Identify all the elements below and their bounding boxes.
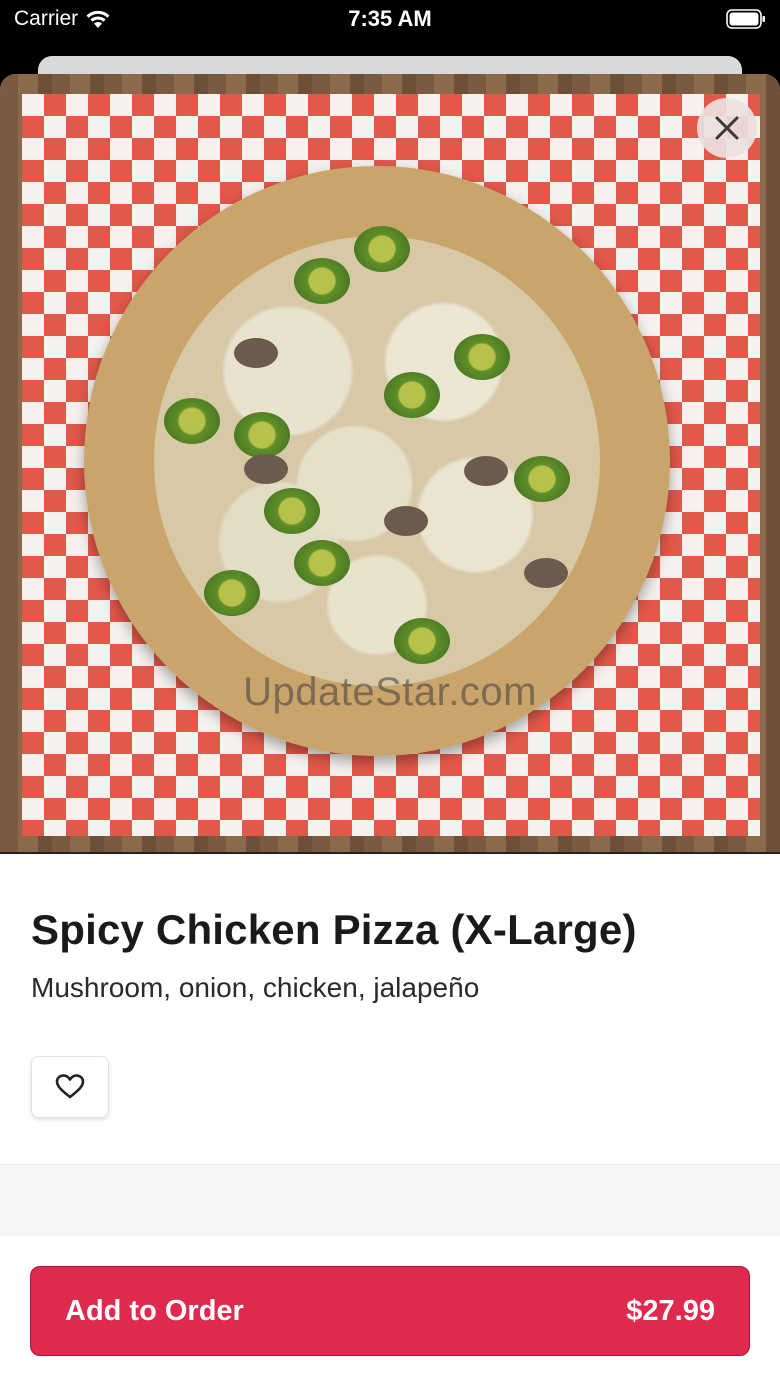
- item-detail-sheet: UpdateStar.com Spicy Chicken Pizza (X-La…: [0, 74, 780, 1387]
- pizza-image: [84, 166, 670, 756]
- jalapeno-slice: [454, 334, 510, 380]
- jalapeno-slice: [294, 540, 350, 586]
- favorite-button[interactable]: [31, 1056, 109, 1118]
- jalapeno-slice: [264, 488, 320, 534]
- mushroom-slice: [244, 454, 288, 484]
- item-photo: UpdateStar.com: [0, 74, 780, 854]
- mushroom-slice: [384, 506, 428, 536]
- item-title: Spicy Chicken Pizza (X-Large): [31, 906, 637, 953]
- status-time: 7:35 AM: [348, 6, 432, 31]
- jalapeno-slice: [394, 618, 450, 664]
- jalapeno-slice: [514, 456, 570, 502]
- mushroom-slice: [234, 338, 278, 368]
- jalapeno-slice: [294, 258, 350, 304]
- item-price: $27.99: [626, 1294, 715, 1327]
- jalapeno-slice: [384, 372, 440, 418]
- watermark-text: UpdateStar.com: [243, 670, 537, 714]
- close-icon: [715, 116, 739, 140]
- mushroom-slice: [524, 558, 568, 588]
- battery-icon: [726, 9, 765, 29]
- add-to-order-button[interactable]: Add to Order $27.99: [30, 1266, 750, 1356]
- add-to-order-label: Add to Order: [65, 1294, 244, 1327]
- jalapeno-slice: [204, 570, 260, 616]
- jalapeno-slice: [234, 412, 290, 458]
- item-description: Mushroom, onion, chicken, jalapeño: [31, 972, 480, 1003]
- jalapeno-slice: [164, 398, 220, 444]
- section-divider: [0, 1164, 780, 1236]
- mushroom-slice: [464, 456, 508, 486]
- heart-icon: [55, 1074, 85, 1099]
- close-button[interactable]: [697, 98, 757, 158]
- status-bar: Carrier 7:35 AM: [0, 0, 780, 56]
- jalapeno-slice: [354, 226, 410, 272]
